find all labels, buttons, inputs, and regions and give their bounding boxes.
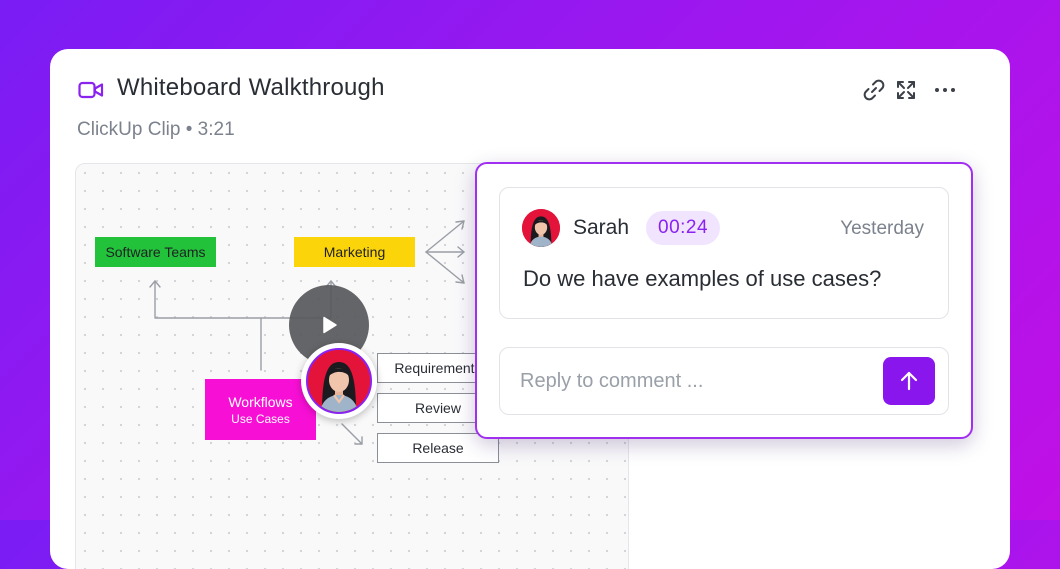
link-icon[interactable]: [862, 78, 886, 102]
reply-box: [499, 347, 949, 415]
commenter-avatar-marker[interactable]: [301, 343, 377, 419]
expand-icon[interactable]: [894, 78, 918, 102]
avatar: [308, 350, 370, 412]
comment-popover: Sarah 00:24 Yesterday Do we have example…: [475, 162, 973, 439]
clip-subtitle: ClickUp Clip • 3:21: [77, 119, 235, 140]
send-reply-button[interactable]: [883, 357, 935, 405]
play-icon: [323, 316, 337, 334]
more-icon[interactable]: [933, 78, 957, 102]
comment-card: Sarah 00:24 Yesterday Do we have example…: [499, 187, 949, 319]
clip-title: Whiteboard Walkthrough: [117, 74, 385, 101]
sticky-workflows-subtitle: Use Cases: [231, 411, 290, 426]
sticky-software-teams: Software Teams: [95, 237, 216, 267]
comment-date: Yesterday: [840, 218, 924, 239]
avatar: [522, 209, 560, 247]
comment-timestamp-badge[interactable]: 00:24: [646, 211, 721, 245]
sticky-workflows: Workflows Use Cases: [205, 379, 316, 440]
arrow-up-icon: [900, 371, 918, 391]
sticky-workflows-title: Workflows: [228, 393, 293, 410]
comment-author: Sarah: [573, 216, 630, 239]
sticky-marketing: Marketing: [294, 237, 415, 267]
video-icon: [78, 81, 104, 99]
reply-input[interactable]: [518, 362, 862, 400]
comment-text: Do we have examples of use cases?: [523, 266, 882, 291]
